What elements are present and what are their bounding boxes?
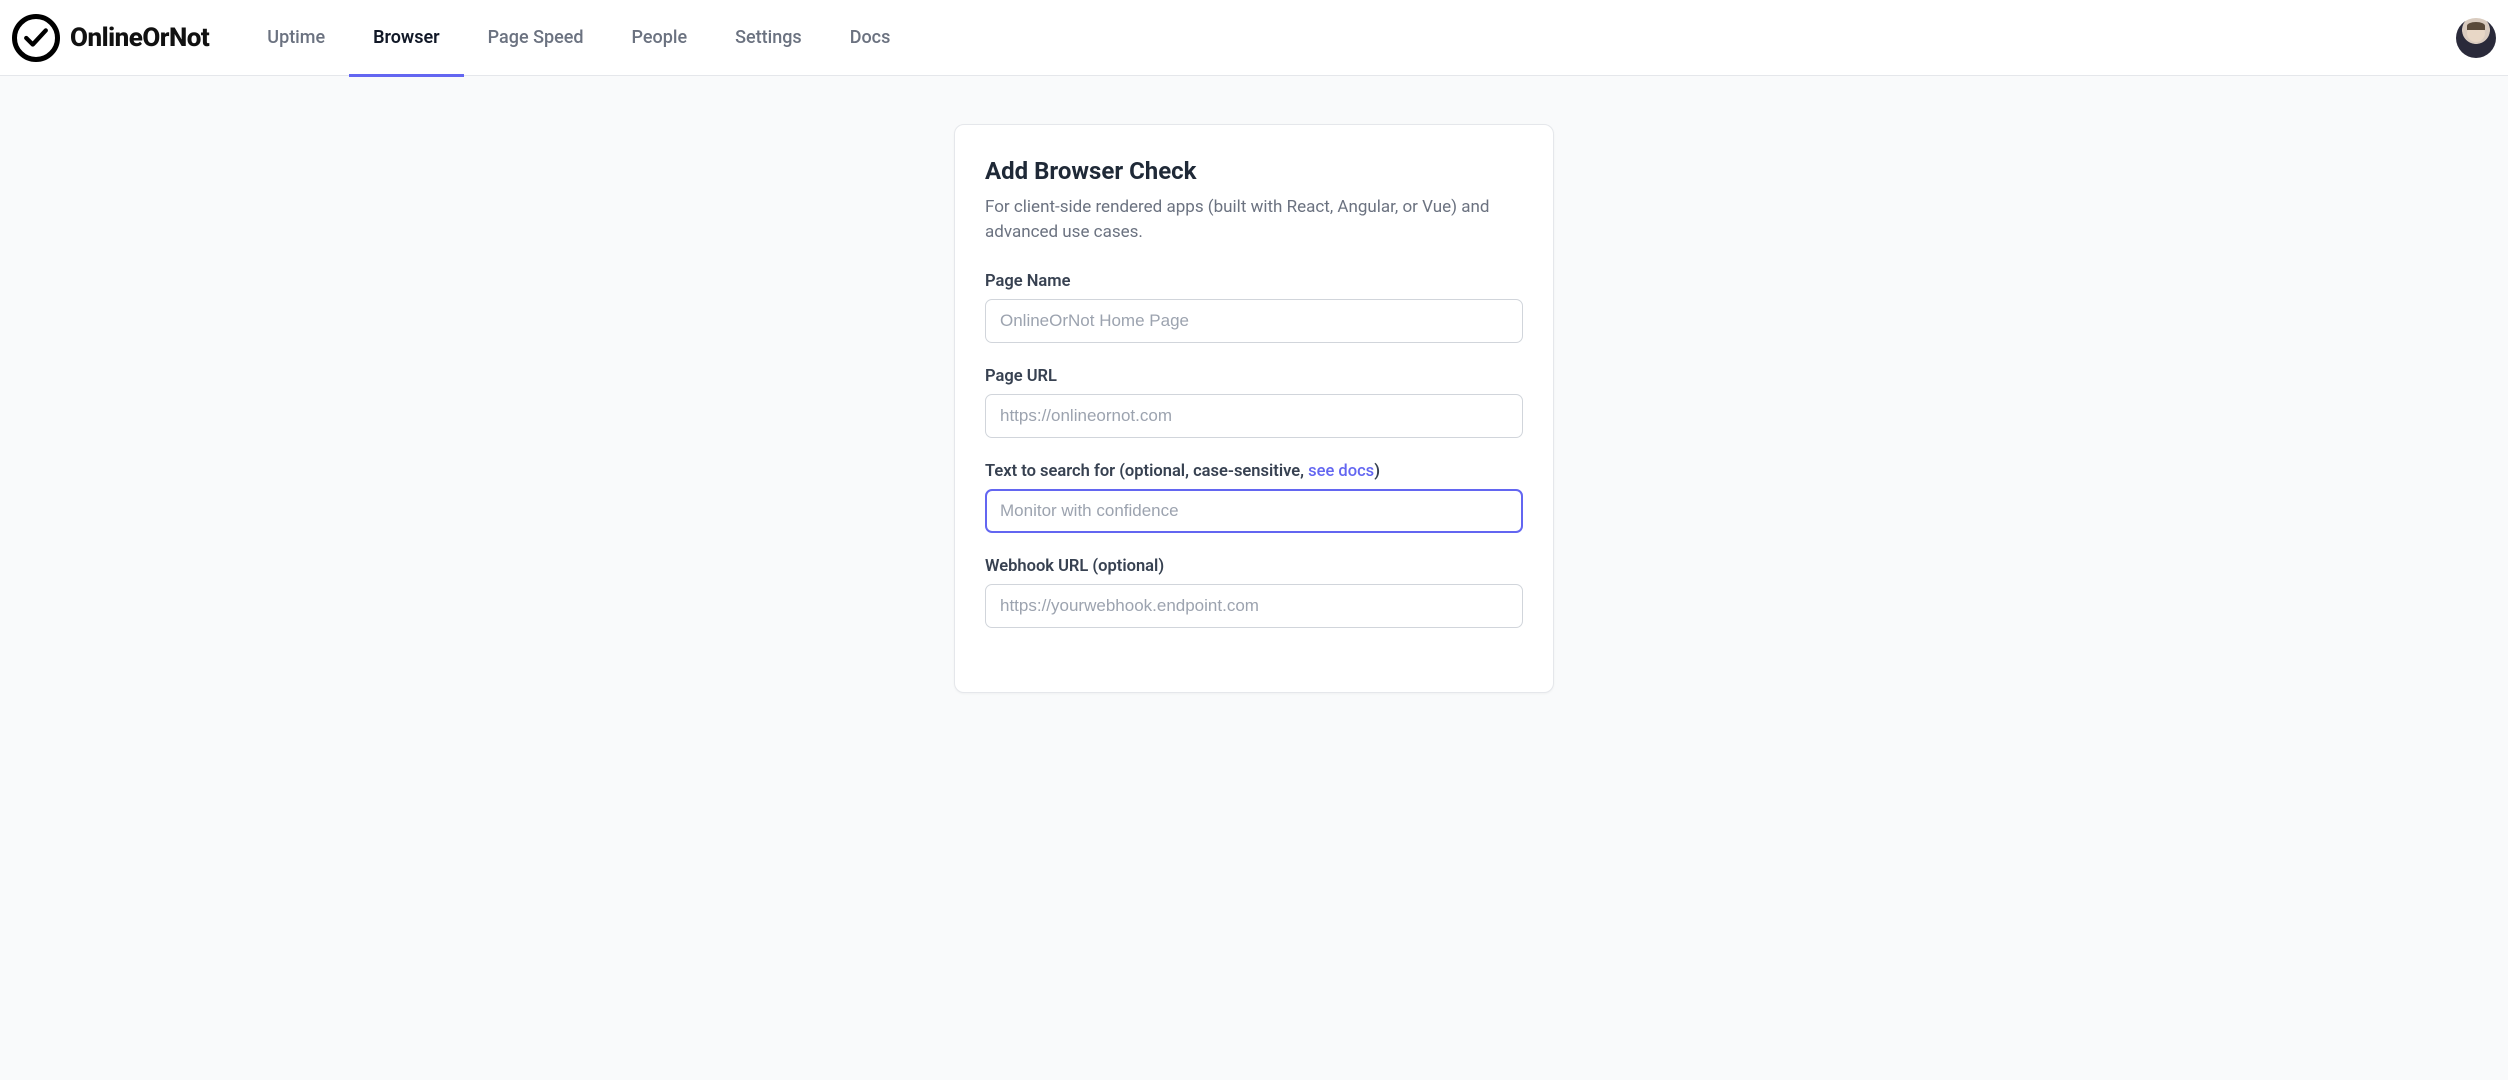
field-webhook: Webhook URL (optional)	[985, 557, 1523, 628]
nav-settings[interactable]: Settings	[711, 2, 826, 77]
field-page-name: Page Name	[985, 272, 1523, 343]
nav-people[interactable]: People	[608, 2, 712, 77]
label-page-name: Page Name	[985, 272, 1523, 291]
field-page-url: Page URL	[985, 367, 1523, 438]
brand-logo[interactable]: OnlineOrNot	[12, 14, 209, 62]
brand-text: OnlineOrNot	[70, 23, 209, 53]
input-webhook[interactable]	[985, 584, 1523, 628]
input-page-url[interactable]	[985, 394, 1523, 438]
see-docs-link[interactable]: see docs	[1308, 462, 1374, 481]
label-webhook: Webhook URL (optional)	[985, 557, 1523, 576]
input-page-name[interactable]	[985, 299, 1523, 343]
input-search-text[interactable]	[985, 489, 1523, 533]
panel-title: Add Browser Check	[985, 157, 1523, 185]
nav-browser[interactable]: Browser	[349, 2, 464, 77]
label-search-text-prefix: Text to search for (optional, case-sensi…	[985, 462, 1308, 481]
checkmark-circle-icon	[12, 14, 60, 62]
nav-page-speed[interactable]: Page Speed	[464, 2, 608, 77]
nav-docs[interactable]: Docs	[826, 2, 915, 77]
label-search-text-suffix: )	[1374, 462, 1380, 481]
add-browser-check-panel: Add Browser Check For client-side render…	[954, 124, 1554, 693]
panel-subtitle: For client-side rendered apps (built wit…	[985, 195, 1523, 244]
user-avatar[interactable]	[2456, 18, 2496, 58]
nav-uptime[interactable]: Uptime	[243, 2, 349, 77]
field-search-text: Text to search for (optional, case-sensi…	[985, 462, 1523, 533]
label-search-text: Text to search for (optional, case-sensi…	[985, 462, 1523, 481]
main-nav: Uptime Browser Page Speed People Setting…	[243, 0, 914, 75]
label-page-url: Page URL	[985, 367, 1523, 386]
top-navbar: OnlineOrNot Uptime Browser Page Speed Pe…	[0, 0, 2508, 76]
